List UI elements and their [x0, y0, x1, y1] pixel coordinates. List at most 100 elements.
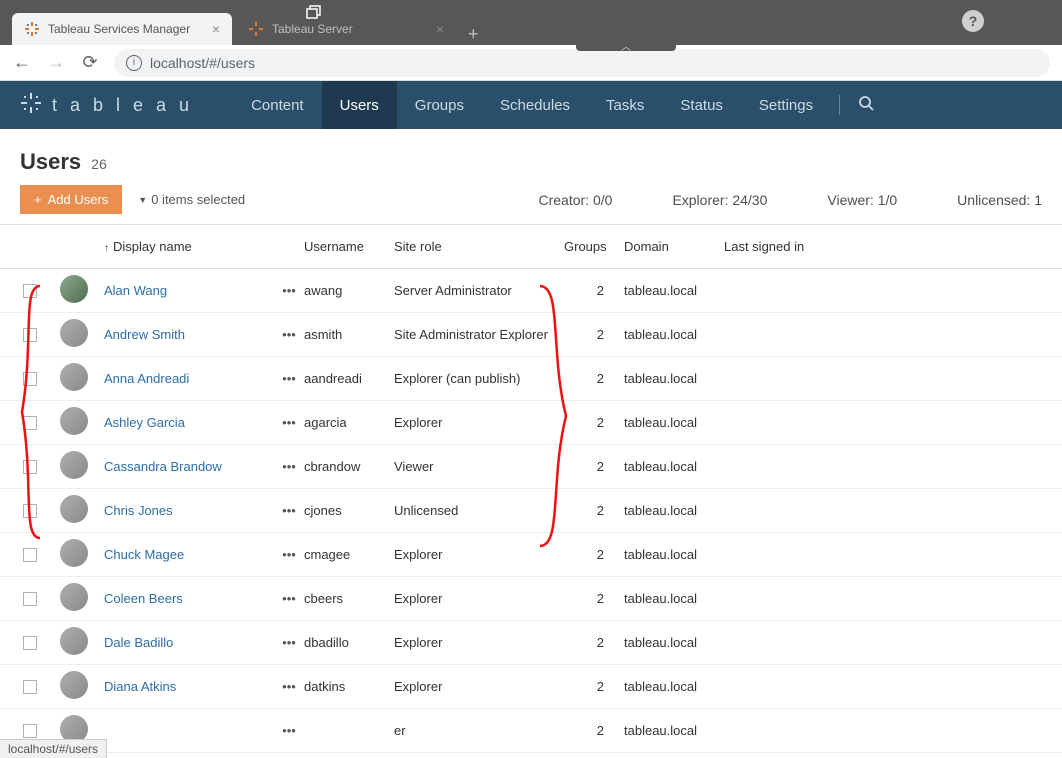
- nav-users[interactable]: Users: [322, 81, 397, 129]
- nav-schedules[interactable]: Schedules: [482, 81, 588, 129]
- domain-cell: tableau.local: [624, 283, 724, 298]
- browser-tab-1[interactable]: Tableau Services Manager ×: [12, 13, 232, 45]
- row-actions-menu[interactable]: •••: [274, 283, 304, 298]
- domain-cell: tableau.local: [624, 635, 724, 650]
- row-actions-menu[interactable]: •••: [274, 371, 304, 386]
- brand-text: t a b l e a u: [52, 95, 193, 116]
- user-name-link[interactable]: Chris Jones: [104, 503, 173, 518]
- table-row: •••er2tableau.local: [0, 709, 1062, 753]
- row-actions-menu[interactable]: •••: [274, 679, 304, 694]
- new-tab-button[interactable]: +: [460, 24, 487, 45]
- table-row: Dale Badillo•••dbadilloExplorer2tableau.…: [0, 621, 1062, 665]
- add-users-label: Add Users: [48, 192, 109, 207]
- window-titlebar: Tableau Services Manager × Tableau Serve…: [0, 0, 1062, 45]
- groups-cell: 2: [564, 327, 624, 342]
- table-row: Cassandra Brandow•••cbrandowViewer2table…: [0, 445, 1062, 489]
- table-row: Andrew Smith•••asmithSite Administrator …: [0, 313, 1062, 357]
- col-last-signed-in[interactable]: Last signed in: [724, 239, 844, 254]
- add-users-button[interactable]: + Add Users: [20, 185, 122, 214]
- row-checkbox[interactable]: [23, 680, 37, 694]
- row-checkbox[interactable]: [23, 724, 37, 738]
- avatar[interactable]: [60, 539, 88, 567]
- col-groups[interactable]: Groups: [564, 239, 624, 254]
- user-name-link[interactable]: Dale Badillo: [104, 635, 173, 650]
- avatar[interactable]: [60, 407, 88, 435]
- reload-button[interactable]: ⟳: [80, 52, 100, 73]
- avatar[interactable]: [60, 319, 88, 347]
- forward-button[interactable]: →: [46, 52, 66, 73]
- user-name-link[interactable]: Cassandra Brandow: [104, 459, 222, 474]
- restore-window-icon[interactable]: [302, 2, 324, 29]
- plus-icon: +: [34, 192, 42, 207]
- row-checkbox[interactable]: [23, 372, 37, 386]
- nav-status[interactable]: Status: [662, 81, 741, 129]
- user-name-link[interactable]: Coleen Beers: [104, 591, 183, 606]
- username-cell: asmith: [304, 327, 394, 342]
- username-cell: dbadillo: [304, 635, 394, 650]
- row-checkbox[interactable]: [23, 636, 37, 650]
- row-checkbox[interactable]: [23, 416, 37, 430]
- nav-content[interactable]: Content: [233, 81, 322, 129]
- dropdown-handle[interactable]: ︿: [576, 39, 676, 51]
- help-icon[interactable]: ?: [962, 10, 984, 32]
- user-name-link[interactable]: Alan Wang: [104, 283, 167, 298]
- user-name-link[interactable]: Chuck Magee: [104, 547, 184, 562]
- row-actions-menu[interactable]: •••: [274, 723, 304, 738]
- site-info-icon[interactable]: i: [126, 55, 142, 71]
- username-cell: cmagee: [304, 547, 394, 562]
- avatar[interactable]: [60, 275, 88, 303]
- close-tab-icon[interactable]: ×: [212, 21, 220, 37]
- nav-groups[interactable]: Groups: [397, 81, 482, 129]
- avatar[interactable]: [60, 671, 88, 699]
- back-button[interactable]: ←: [12, 52, 32, 73]
- row-actions-menu[interactable]: •••: [274, 503, 304, 518]
- groups-cell: 2: [564, 679, 624, 694]
- row-actions-menu[interactable]: •••: [274, 591, 304, 606]
- action-bar: + Add Users ▼ 0 items selected Creator: …: [0, 185, 1062, 224]
- nav-settings[interactable]: Settings: [741, 81, 831, 129]
- table-row: Diana Atkins•••datkinsExplorer2tableau.l…: [0, 665, 1062, 709]
- row-actions-menu[interactable]: •••: [274, 415, 304, 430]
- browser-tab-2[interactable]: Tableau Server ×: [236, 13, 456, 45]
- row-checkbox[interactable]: [23, 592, 37, 606]
- role-cell: Explorer: [394, 415, 564, 430]
- address-bar[interactable]: i localhost/#/users: [114, 49, 1050, 77]
- groups-cell: 2: [564, 723, 624, 738]
- row-actions-menu[interactable]: •••: [274, 459, 304, 474]
- row-actions-menu[interactable]: •••: [274, 547, 304, 562]
- user-name-link[interactable]: Ashley Garcia: [104, 415, 185, 430]
- avatar[interactable]: [60, 583, 88, 611]
- username-cell: cjones: [304, 503, 394, 518]
- role-cell: Explorer: [394, 635, 564, 650]
- nav-tasks[interactable]: Tasks: [588, 81, 662, 129]
- user-name-link[interactable]: Anna Andreadi: [104, 371, 189, 386]
- row-checkbox[interactable]: [23, 548, 37, 562]
- col-domain[interactable]: Domain: [624, 239, 724, 254]
- avatar[interactable]: [60, 451, 88, 479]
- role-cell: Server Administrator: [394, 283, 564, 298]
- user-name-link[interactable]: Andrew Smith: [104, 327, 185, 342]
- avatar[interactable]: [60, 495, 88, 523]
- col-site-role[interactable]: Site role: [394, 239, 564, 254]
- tableau-logo[interactable]: t a b l e a u: [20, 92, 193, 119]
- avatar[interactable]: [60, 627, 88, 655]
- row-actions-menu[interactable]: •••: [274, 635, 304, 650]
- domain-cell: tableau.local: [624, 459, 724, 474]
- row-checkbox[interactable]: [23, 284, 37, 298]
- col-display-name[interactable]: ↑Display name: [104, 239, 274, 254]
- col-username[interactable]: Username: [304, 239, 394, 254]
- selection-actions-dropdown[interactable]: ▼ 0 items selected: [138, 192, 245, 207]
- row-checkbox[interactable]: [23, 460, 37, 474]
- explorer-count: Explorer: 24/30: [672, 192, 767, 208]
- search-icon[interactable]: [848, 95, 884, 116]
- row-checkbox[interactable]: [23, 328, 37, 342]
- user-name-link[interactable]: Diana Atkins: [104, 679, 176, 694]
- close-tab-icon[interactable]: ×: [436, 21, 444, 37]
- avatar[interactable]: [60, 363, 88, 391]
- table-row: Anna Andreadi•••aandreadiExplorer (can p…: [0, 357, 1062, 401]
- row-checkbox[interactable]: [23, 504, 37, 518]
- table-row: Alan Wang•••awangServer Administrator2ta…: [0, 269, 1062, 313]
- domain-cell: tableau.local: [624, 415, 724, 430]
- row-actions-menu[interactable]: •••: [274, 327, 304, 342]
- creator-count: Creator: 0/0: [539, 192, 613, 208]
